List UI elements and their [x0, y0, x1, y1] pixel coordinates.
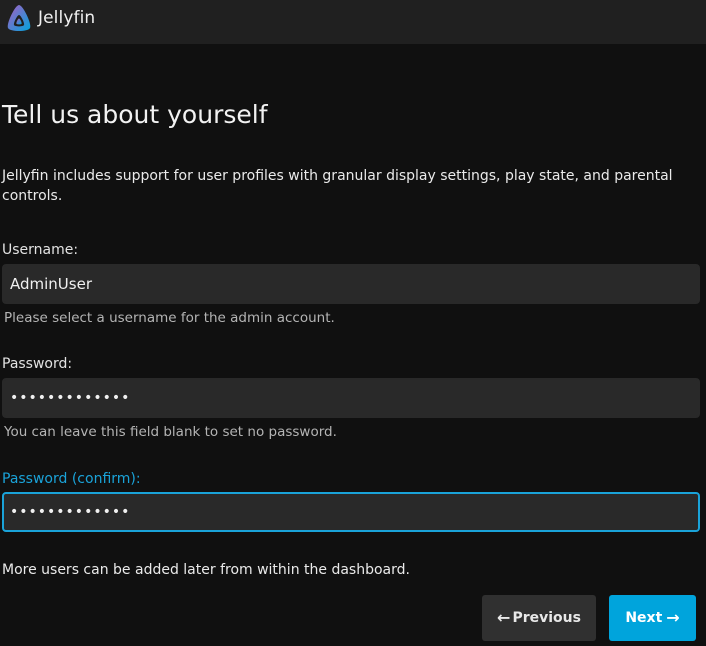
page-title: Tell us about yourself	[2, 100, 268, 129]
previous-button-label: Previous	[512, 610, 581, 626]
username-input[interactable]	[2, 264, 700, 304]
previous-button[interactable]: ← Previous	[482, 595, 596, 641]
next-button[interactable]: Next →	[609, 595, 696, 641]
app-name: Jellyfin	[38, 8, 96, 28]
arrow-left-icon: ←	[497, 608, 511, 627]
password-help-text: You can leave this field blank to set no…	[4, 424, 337, 440]
password-label: Password:	[2, 356, 73, 372]
password-confirm-label: Password (confirm):	[2, 471, 141, 487]
arrow-right-icon: →	[666, 608, 680, 627]
next-button-label: Next	[625, 610, 663, 626]
more-users-note: More users can be added later from withi…	[2, 562, 410, 578]
password-input[interactable]	[2, 378, 700, 418]
jellyfin-logo-icon	[7, 5, 31, 31]
username-label: Username:	[2, 242, 79, 258]
password-confirm-input[interactable]	[2, 492, 700, 532]
home-logo-link[interactable]: Jellyfin	[4, 3, 95, 33]
username-help-text: Please select a username for the admin a…	[4, 310, 335, 326]
app-header: Jellyfin	[0, 0, 706, 44]
intro-text: Jellyfin includes support for user profi…	[2, 168, 673, 204]
